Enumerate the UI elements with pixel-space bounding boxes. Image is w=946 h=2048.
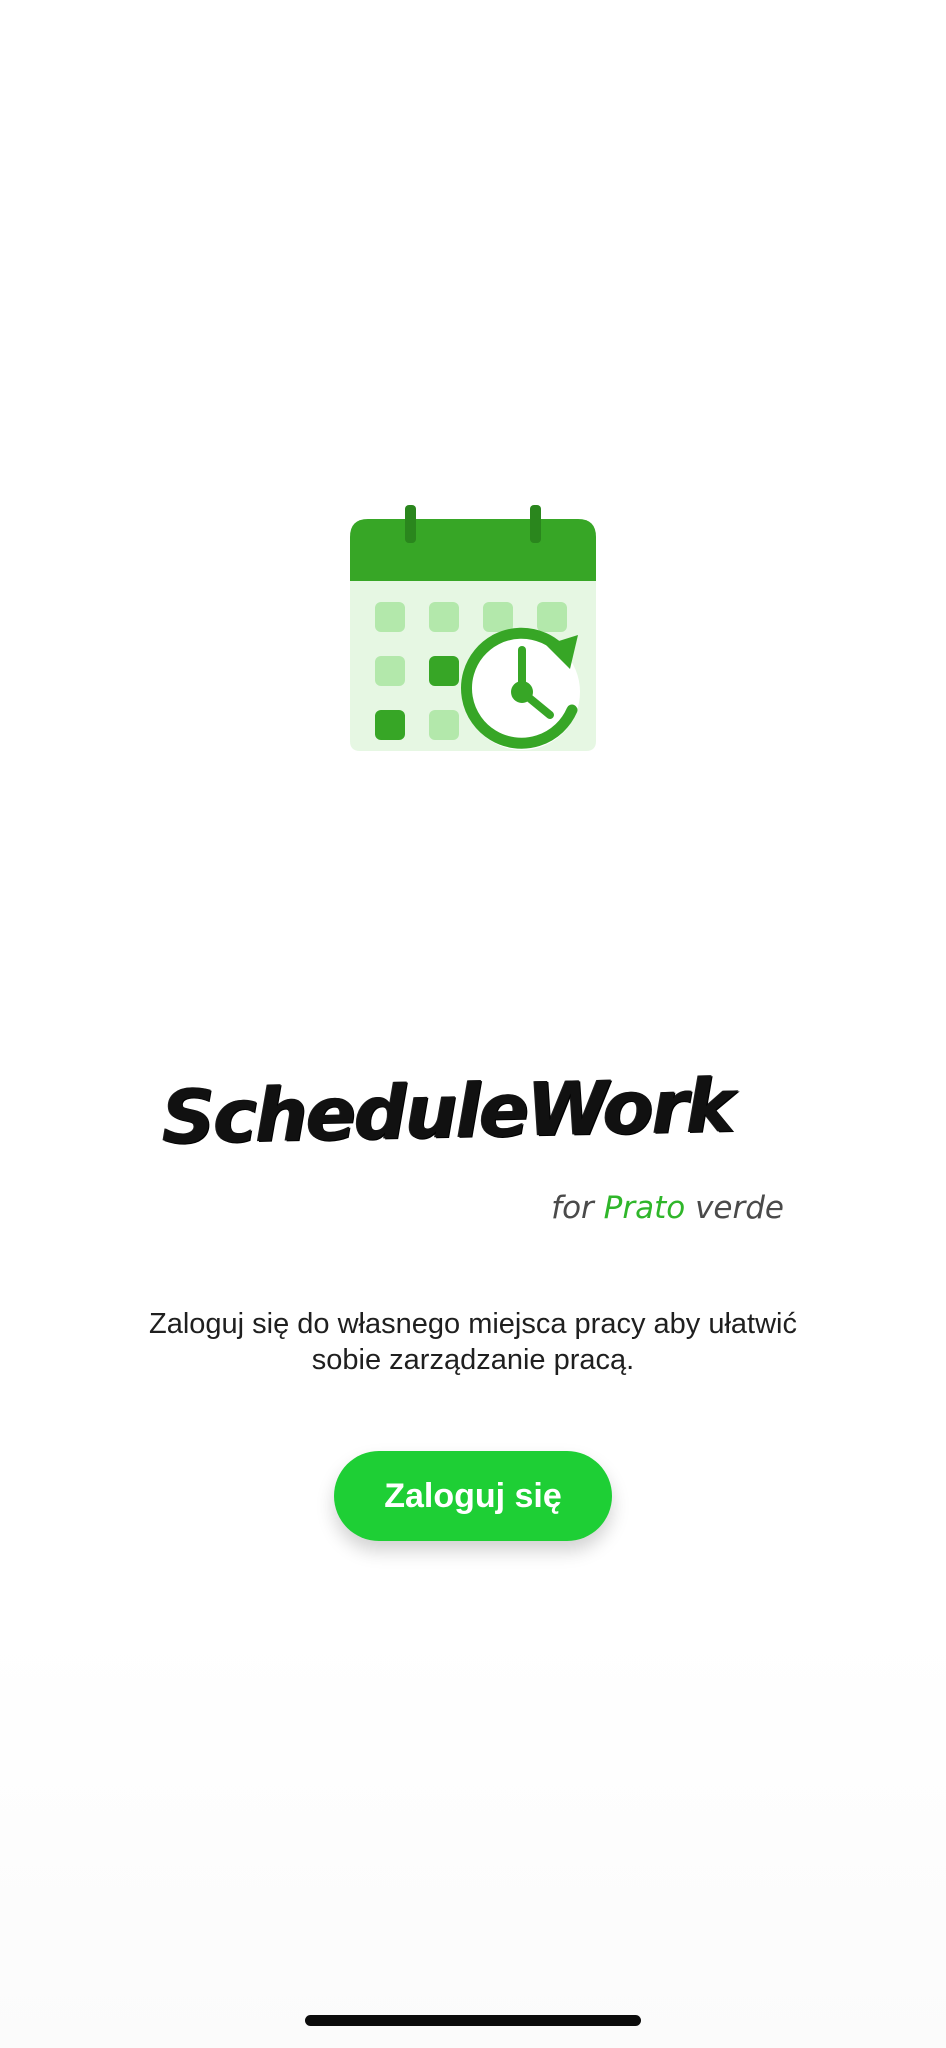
wordmark-sub-prefix: for [551, 1190, 594, 1226]
calendar-clock-icon [350, 505, 596, 751]
app-wordmark: ScheduleWork for Prato verde [161, 1063, 802, 1235]
app-wordmark-title: ScheduleWork [161, 1063, 735, 1161]
wordmark-sub-suffix: verde [695, 1190, 784, 1226]
tagline-line-2: sobie zarządzanie pracą. [311, 1344, 635, 1376]
background [0, 1628, 946, 2048]
app-wordmark-subtitle: for Prato verde [551, 1190, 784, 1226]
home-indicator[interactable] [305, 2015, 641, 2026]
login-tagline: Zaloguj się do własnego miejsca pracy ab… [100, 1306, 846, 1378]
login-button[interactable]: Zaloguj się [334, 1451, 612, 1541]
wordmark-sub-accent: Prato [603, 1190, 686, 1226]
tagline-line-1: Zaloguj się do własnego miejsca pracy ab… [149, 1308, 797, 1340]
